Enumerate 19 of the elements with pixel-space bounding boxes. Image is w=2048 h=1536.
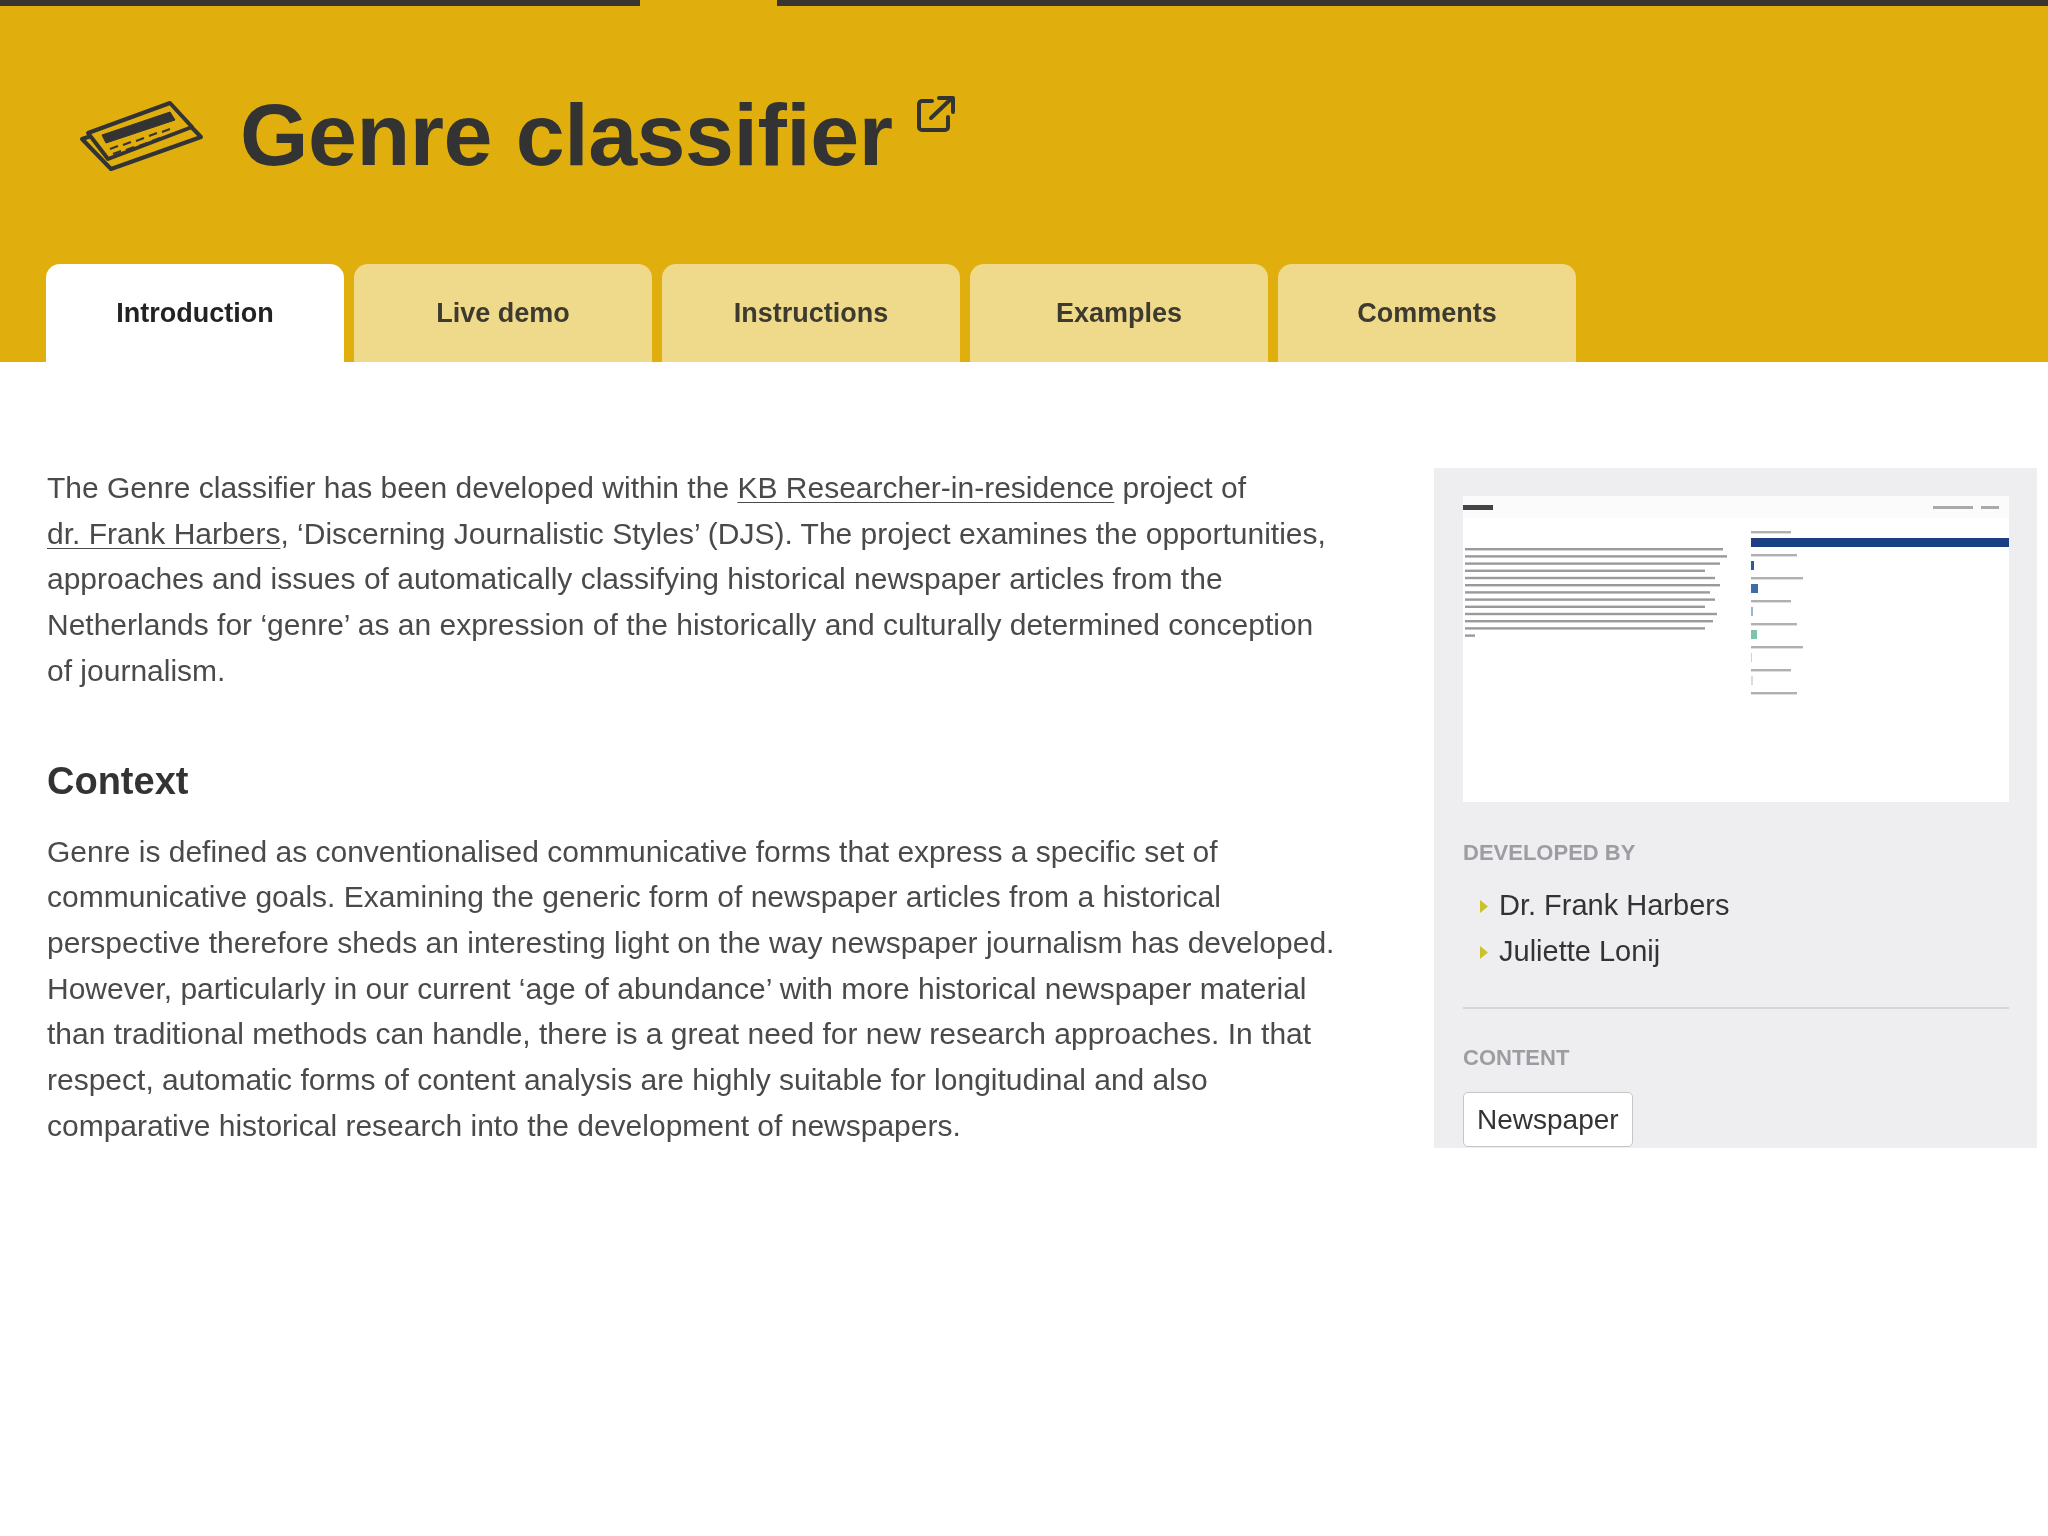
context-paragraph: Genre is defined as conventionalised communicative forms that express a specific set of communicative goals. Examining the generic form of newspaper articles from a historical perspective therefore sheds an interesting light on the way newspaper journalism has developed. However, particularly in our current ‘age of abundance’ with more historical newspaper material than traditional methods can handle, there is a great need for new research approaches. In that respect, automatic forms of content analysis are highly suitable for longitudinal and also comparative historical research into the development of newspapers. [47,833,1336,1144]
section-label: CONTENT [1463,1045,1570,1071]
tab[interactable]: Introduction [46,264,344,362]
intro-paragraph: The Genre classifier has been developed within the KB Researcher-in-residence project of dr. Frank Harbers, ‘Discerning Journalistic Styles’ (DJS). The project examines the opportunities, approaches and issues of automatically classifying historical newspaper articles from the Netherlands for ‘genre’ as an expression of the historically and culturally determined conception of journalism. [47,470,1327,689]
triangle-bullet-icon [1480,899,1488,913]
content-tag[interactable]: Newspaper [1463,1092,1633,1147]
section-label: DEVELOPED BY [1463,840,1636,866]
section-heading: Context [47,758,190,804]
developer-name: Juliette Lonij [1499,934,1661,970]
tab[interactable]: Instructions [662,264,960,362]
text-link[interactable]: KB Researcher-in-residence [737,471,1115,504]
page-title: Genre classifier [240,91,893,179]
tab[interactable]: Live demo [354,264,652,362]
developer-name: Dr. Frank Harbers [1499,888,1730,924]
external-link-icon[interactable] [916,95,957,133]
tab[interactable]: Examples [970,264,1268,362]
triangle-bullet-icon [1480,945,1488,959]
text-link[interactable]: dr. Frank Harbers [47,516,281,550]
tab[interactable]: Comments [1278,264,1576,362]
